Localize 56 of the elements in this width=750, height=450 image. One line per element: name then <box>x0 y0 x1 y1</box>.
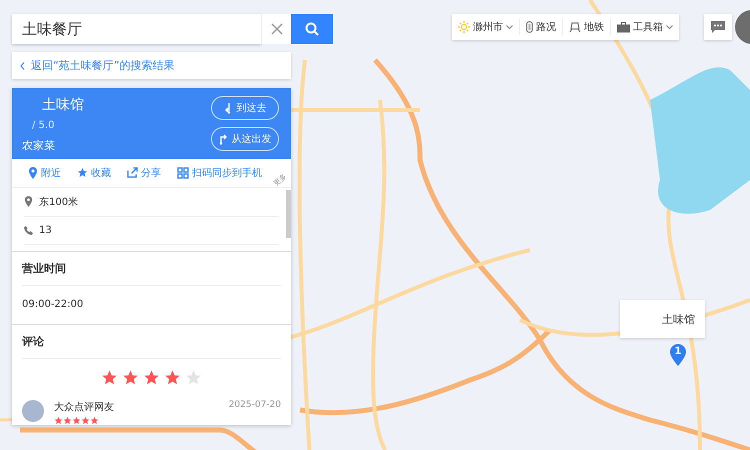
reviewer-name: 大众点评网友 <box>54 400 115 414</box>
category-text: 农家菜 <box>22 138 56 153</box>
rating-star-icon <box>164 368 181 386</box>
route-icon <box>218 133 228 145</box>
traffic-light-icon <box>526 21 533 33</box>
toolbox-icon <box>617 22 630 32</box>
sun-icon <box>458 21 470 33</box>
search-icon <box>305 22 319 36</box>
review-star-icon <box>90 416 99 425</box>
phone-icon <box>24 226 33 235</box>
rating-star-icon <box>143 368 160 386</box>
location-pin-icon <box>24 196 33 208</box>
review-star-icon <box>72 416 81 425</box>
review-date: 2025-07-20 <box>228 400 281 410</box>
chevron-left-icon <box>20 62 25 70</box>
traffic-button[interactable]: 路况 <box>520 19 563 35</box>
start-from-here-button[interactable]: 从这出发 <box>211 127 279 151</box>
rating-star-icon <box>122 368 139 386</box>
avatar <box>22 400 44 422</box>
map-drawing[interactable] <box>0 0 750 450</box>
hours-text: 09:00-22:00 <box>22 298 84 312</box>
map-marker[interactable]: 1 <box>670 344 686 366</box>
location-pin-icon <box>28 166 38 179</box>
section-title: 评论 <box>22 324 281 359</box>
clear-button[interactable] <box>261 14 291 44</box>
route-icon <box>224 102 232 114</box>
nearby-button[interactable]: 附近 <box>20 166 69 180</box>
review-star-icon <box>54 416 63 425</box>
rating-star-icon <box>101 368 118 386</box>
share-button[interactable]: 分享 <box>119 166 169 180</box>
scrollbar[interactable] <box>286 190 291 238</box>
section-title: 营业时间 <box>22 252 281 286</box>
review-star-icon <box>81 416 90 425</box>
subway-icon <box>569 21 581 33</box>
weather-button[interactable]: 滁州市 <box>452 19 520 35</box>
qr-code-icon <box>177 166 189 179</box>
star-button[interactable]: 收藏 <box>69 166 119 180</box>
star-icon <box>77 167 88 178</box>
back-link[interactable]: 返回“苑土味餐厅”的搜索结果 <box>12 52 291 79</box>
marker-label[interactable]: 土味馆 <box>620 300 705 338</box>
rating-text: / 5.0 <box>31 120 56 132</box>
qr-button[interactable]: 扫码同步到手机 <box>169 166 270 180</box>
phone-text: 13 <box>39 224 52 236</box>
search-input[interactable]: 土味餐厅 <box>12 14 261 44</box>
toolbox-button[interactable]: 工具箱 <box>611 19 679 35</box>
close-icon <box>270 23 282 35</box>
metro-button[interactable]: 地铁 <box>563 19 611 35</box>
rating-star-icon <box>185 368 202 386</box>
go-here-button[interactable]: 到这去 <box>211 96 279 120</box>
chat-icon <box>711 21 725 33</box>
review-star-icon <box>63 416 72 425</box>
share-icon <box>127 167 138 178</box>
address-text: 东100米 <box>39 196 78 209</box>
place-name: 土味馆 <box>41 96 84 114</box>
message-button[interactable] <box>704 14 732 40</box>
search-button[interactable] <box>291 14 333 44</box>
